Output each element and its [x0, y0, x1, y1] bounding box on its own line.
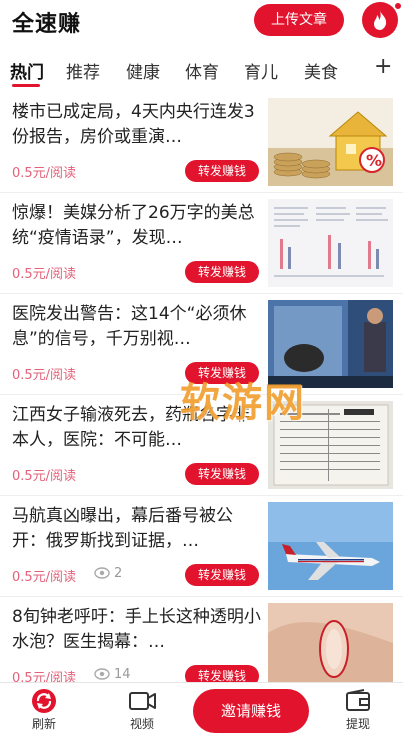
flame-icon: [374, 10, 387, 30]
tab-health[interactable]: 健康: [126, 58, 160, 83]
app-title: 全速赚: [12, 12, 82, 37]
view-count-value: 2: [114, 566, 123, 581]
invite-earn-button[interactable]: 邀请赚钱: [193, 689, 309, 733]
article-price: 0.5元/阅读: [12, 671, 77, 682]
refresh-icon: [32, 689, 56, 713]
view-count: 2: [94, 566, 122, 581]
article-title[interactable]: 马航真凶曝出，幕后番号被公开：俄罗斯找到证据，…: [12, 504, 262, 554]
view-count: 14: [94, 667, 131, 682]
bottom-nav: 刷新 视频 邀请赚钱 提现: [0, 682, 403, 734]
article-item[interactable]: 马航真凶曝出，幕后番号被公开：俄罗斯找到证据，… 0.5元/阅读 2 转发赚钱: [0, 496, 403, 597]
article-title[interactable]: 楼市已成定局，4天内央行连发3份报告，房价或重演…: [12, 100, 262, 150]
wallet-icon: [346, 689, 370, 711]
nav-withdraw[interactable]: 提现: [328, 683, 388, 734]
nav-refresh-label: 刷新: [31, 717, 56, 731]
category-tabs: 热门 推荐 健康 体育 育儿 美食 +: [0, 50, 403, 90]
article-thumbnail[interactable]: [268, 603, 393, 682]
nav-refresh[interactable]: 刷新: [14, 683, 74, 734]
watermark: 软游网: [180, 380, 306, 426]
share-earn-button[interactable]: 转发赚钱: [185, 261, 259, 283]
tab-food[interactable]: 美食: [304, 58, 338, 83]
article-price: 0.5元/阅读: [12, 166, 77, 181]
video-icon: [129, 692, 156, 710]
share-earn-button[interactable]: 转发赚钱: [185, 463, 259, 485]
tab-sports[interactable]: 体育: [185, 58, 219, 83]
tab-parenting[interactable]: 育儿: [244, 58, 278, 83]
share-earn-button[interactable]: 转发赚钱: [185, 160, 259, 182]
article-price: 0.5元/阅读: [12, 469, 77, 484]
article-price: 0.5元/阅读: [12, 368, 77, 383]
share-earn-button[interactable]: 转发赚钱: [185, 665, 259, 682]
notification-dot: [394, 2, 402, 10]
eye-icon: [94, 668, 110, 680]
svg-text:%: %: [366, 151, 382, 170]
article-item[interactable]: 楼市已成定局，4天内央行连发3份报告，房价或重演… 0.5元/阅读 转发赚钱 %: [0, 92, 403, 193]
article-title[interactable]: 惊爆！美媒分析了26万字的美总统“疫情语录”，发现…: [12, 201, 262, 251]
article-title[interactable]: 8旬钟老呼吁：手上长这种透明小水泡？医生揭幕：…: [12, 605, 262, 655]
upload-article-button[interactable]: 上传文章: [254, 4, 344, 36]
nav-withdraw-label: 提现: [345, 717, 370, 731]
active-tab-indicator: [12, 84, 40, 87]
add-tab-button[interactable]: +: [374, 54, 392, 79]
article-price: 0.5元/阅读: [12, 267, 77, 282]
nav-video[interactable]: 视频: [112, 683, 172, 734]
article-title[interactable]: 医院发出警告：这14个“必须休息”的信号，千万别视…: [12, 302, 262, 352]
nav-video-label: 视频: [129, 717, 154, 731]
article-thumbnail[interactable]: %: [268, 98, 393, 186]
share-earn-button[interactable]: 转发赚钱: [185, 564, 259, 586]
top-bar: 全速赚 上传文章: [0, 0, 403, 44]
article-thumbnail[interactable]: [268, 199, 393, 287]
view-count-value: 14: [114, 667, 131, 682]
tab-recommend[interactable]: 推荐: [66, 58, 100, 83]
eye-icon: [94, 567, 110, 579]
article-thumbnail[interactable]: [268, 502, 393, 590]
article-item[interactable]: 8旬钟老呼吁：手上长这种透明小水泡？医生揭幕：… 0.5元/阅读 14 转发赚钱: [0, 597, 403, 682]
tab-hot[interactable]: 热门: [10, 58, 44, 83]
hot-button[interactable]: [362, 2, 398, 38]
article-price: 0.5元/阅读: [12, 570, 77, 585]
article-item[interactable]: 惊爆！美媒分析了26万字的美总统“疫情语录”，发现… 0.5元/阅读 转发赚钱: [0, 193, 403, 294]
